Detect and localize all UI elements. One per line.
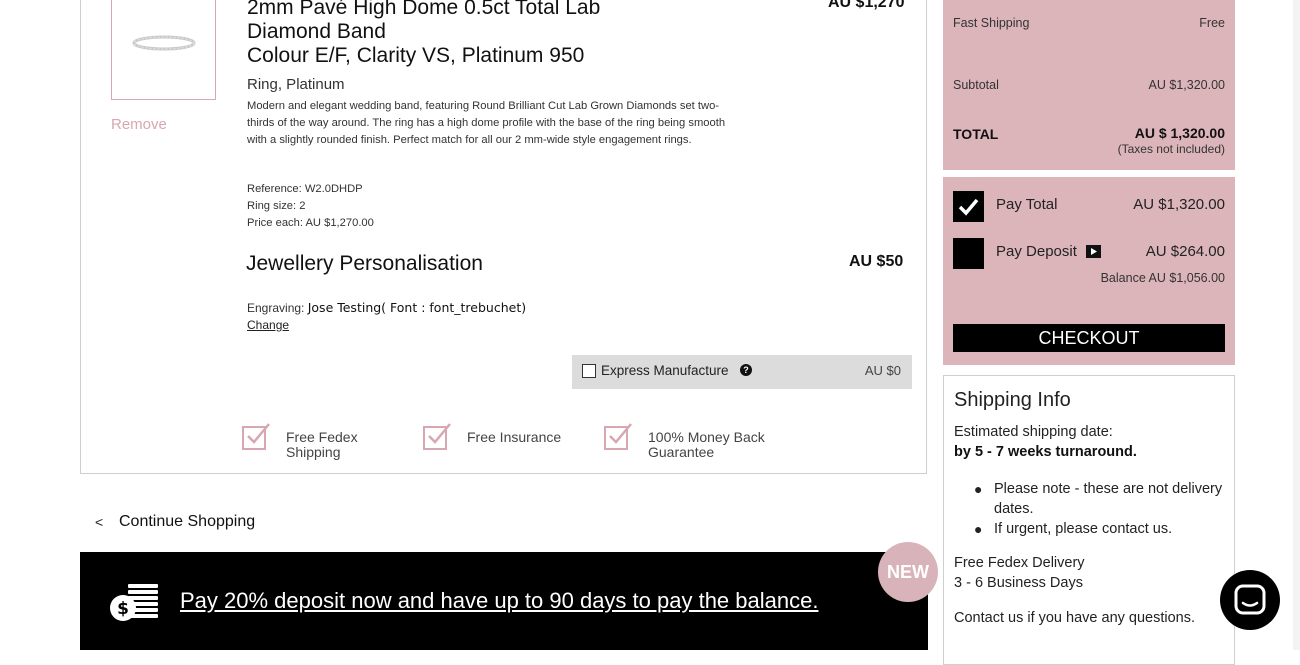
benefit-free-shipping: Free Fedex Shipping [286, 430, 358, 460]
deposit-banner: $ Pay 20% deposit now and have up to 90 … [80, 552, 928, 650]
checkmark-icon [958, 198, 979, 216]
shipping-notes: ● Please note - these are not delivery d… [974, 479, 1224, 539]
shipping-label: Fast Shipping [953, 16, 1030, 30]
checkbox-check-icon [604, 423, 632, 450]
fedex-days: 3 - 6 Business Days [954, 575, 1083, 591]
chat-launcher-button[interactable] [1220, 570, 1280, 630]
product-ring-size: Ring size: 2 [247, 200, 306, 212]
estimated-date-label: Estimated shipping date: [954, 424, 1113, 440]
personalisation-price: AU $50 [849, 253, 904, 270]
benefit-line: 100% Money Back [648, 429, 765, 445]
continue-shopping-link[interactable]: Continue Shopping [119, 513, 255, 531]
list-item: ● If urgent, please contact us. [974, 519, 1224, 539]
benefit-line: Guarantee [648, 444, 715, 460]
subtotal-value: AU $1,320.00 [1148, 78, 1225, 92]
express-manufacture-label: Express Manufacture [601, 363, 729, 378]
chevron-left-icon[interactable]: < [95, 514, 103, 530]
express-manufacture-row: Express Manufacture ? AU $0 [572, 355, 912, 389]
benefit-line: Free Fedex [286, 429, 358, 445]
engraving-row: Engraving: Jose Testing( Font : font_tre… [247, 300, 526, 315]
order-summary: Fast Shipping Free Subtotal AU $1,320.00… [943, 0, 1235, 170]
express-manufacture-price: AU $0 [864, 363, 901, 378]
balance-text: Balance AU $1,056.00 [1100, 271, 1225, 285]
engraving-value: Jose Testing( Font : font_trebuchet) [307, 300, 527, 315]
pay-total-value: AU $1,320.00 [1133, 196, 1225, 213]
product-title-line3[interactable]: Colour E/F, Clarity VS, Platinum 950 [247, 44, 584, 68]
express-manufacture-checkbox[interactable] [582, 364, 596, 378]
benefit-line: Free Insurance [467, 429, 562, 445]
product-title-line1[interactable]: 2mm Pavé High Dome 0.5ct Total Lab [247, 0, 600, 20]
money-stack-icon: $ [110, 584, 158, 621]
shipping-value: Free [1199, 16, 1225, 30]
new-badge: NEW [878, 542, 938, 602]
product-price-each: Price each: AU $1,270.00 [247, 217, 374, 229]
estimated-date-value: by 5 - 7 weeks turnaround. [954, 444, 1137, 460]
product-reference: Reference: W2.0DHDP [247, 183, 363, 195]
product-title-line2[interactable]: Diamond Band [247, 20, 386, 44]
total-label: TOTAL [953, 126, 999, 142]
shipping-info-panel: Shipping Info Estimated shipping date: b… [943, 375, 1235, 665]
pay-deposit-checkbox[interactable] [953, 238, 984, 269]
pay-deposit-value: AU $264.00 [1145, 243, 1225, 260]
remove-link[interactable]: Remove [111, 116, 167, 133]
taxes-note: (Taxes not included) [1117, 142, 1225, 156]
change-engraving-link[interactable]: Change [247, 318, 289, 332]
shipping-info-title: Shipping Info [954, 389, 1071, 411]
ring-image [132, 35, 196, 51]
payment-options: Pay Total AU $1,320.00 Pay Deposit AU $2… [943, 177, 1235, 365]
product-price: AU $1,270 [828, 0, 905, 11]
help-icon[interactable]: ? [740, 364, 752, 376]
fedex-delivery: Free Fedex Delivery [954, 555, 1085, 571]
page-scrollbar[interactable] [1293, 0, 1300, 650]
checkout-button[interactable]: CHECKOUT [953, 324, 1225, 352]
svg-text:$: $ [117, 599, 129, 619]
bullet-icon: ● [974, 481, 983, 497]
note-text: If urgent, please contact us. [994, 521, 1173, 537]
checkbox-check-icon [423, 423, 451, 450]
note-text: Please note - these are not delivery dat… [994, 481, 1223, 517]
checkbox-check-icon [242, 423, 270, 450]
pay-deposit-label[interactable]: Pay Deposit [996, 243, 1077, 260]
product-subtitle: Ring, Platinum [247, 76, 345, 93]
product-thumbnail[interactable] [111, 0, 216, 100]
deposit-banner-link[interactable]: Pay 20% deposit now and have up to 90 da… [180, 588, 818, 614]
pay-total-label[interactable]: Pay Total [996, 196, 1057, 213]
video-play-icon[interactable] [1086, 245, 1101, 258]
pay-total-checkbox[interactable] [953, 191, 984, 222]
benefit-money-back: 100% Money Back Guarantee [648, 430, 765, 460]
personalisation-title: Jewellery Personalisation [246, 252, 483, 275]
contact-text: Contact us if you have any questions. [954, 610, 1196, 626]
chat-icon [1234, 584, 1266, 615]
benefit-line: Shipping [286, 444, 341, 460]
product-description: Modern and elegant wedding band, featuri… [247, 100, 726, 146]
bullet-icon: ● [974, 521, 983, 537]
list-item: ● Please note - these are not delivery d… [974, 479, 1224, 519]
subtotal-label: Subtotal [953, 78, 999, 92]
engraving-label: Engraving: [247, 301, 305, 315]
benefit-free-insurance: Free Insurance [467, 430, 561, 445]
total-value: AU $ 1,320.00 [1134, 125, 1225, 141]
